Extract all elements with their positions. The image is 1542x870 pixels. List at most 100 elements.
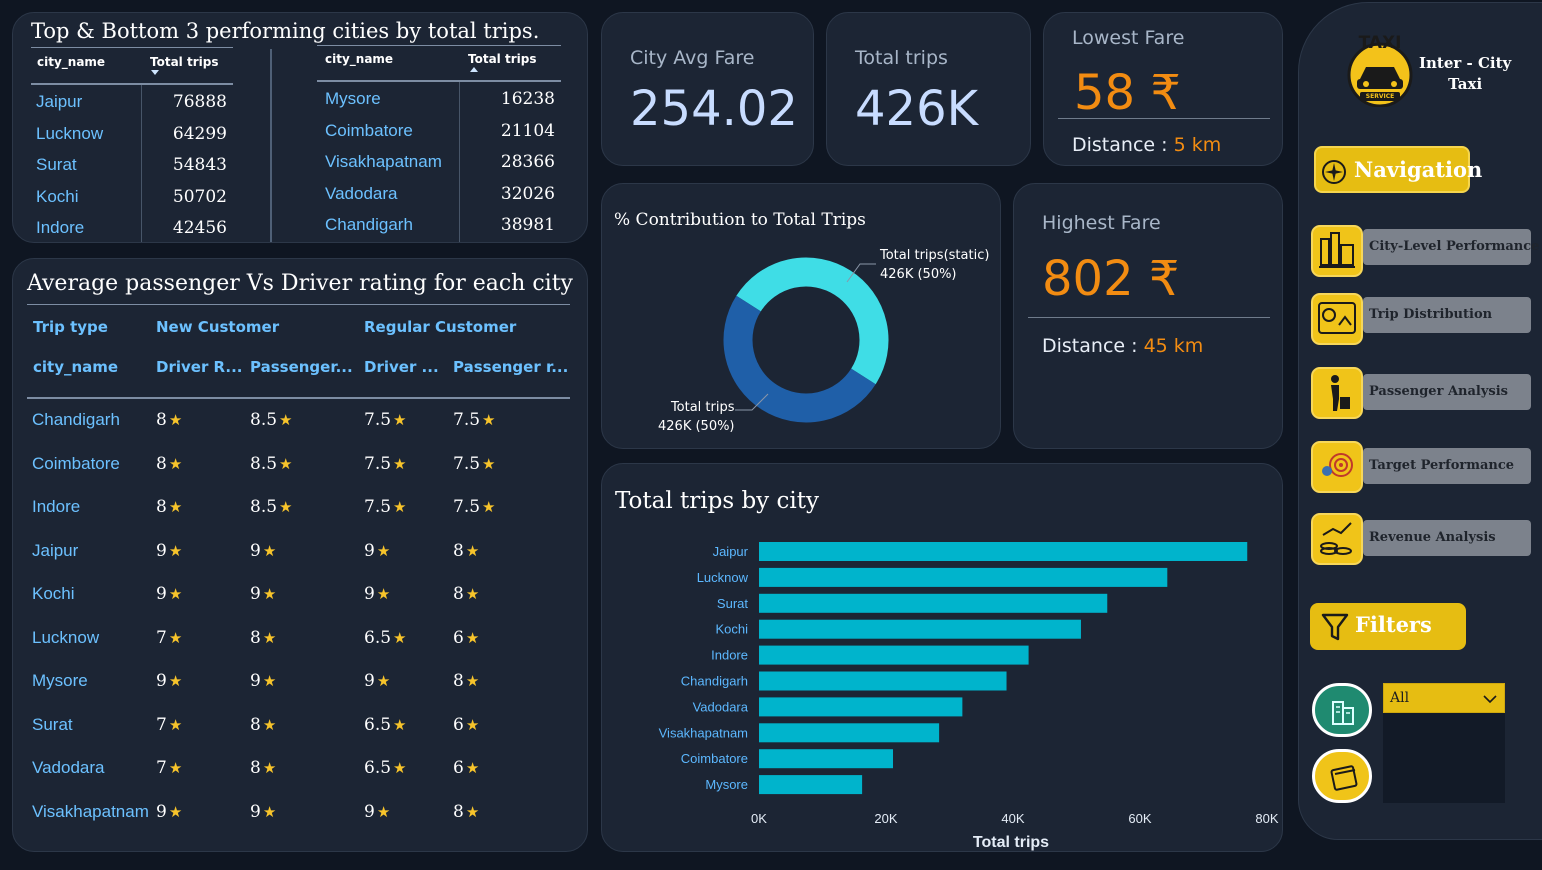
passenger-icon[interactable] bbox=[1311, 367, 1363, 419]
dropdown-selected[interactable]: All bbox=[1383, 683, 1505, 713]
star-icon: ★ bbox=[465, 541, 480, 560]
passenger-rating-regular-header[interactable]: Passenger r... bbox=[453, 358, 568, 376]
bar[interactable] bbox=[759, 671, 1007, 691]
trip-type-header: Trip type bbox=[33, 318, 108, 336]
rating-row[interactable]: Indore 8 ★ 8.5 ★ 7.5 ★ 7.5 ★ bbox=[13, 497, 583, 537]
avg-fare-card: City Avg Fare 254.02 bbox=[601, 12, 814, 166]
bar[interactable] bbox=[759, 697, 963, 717]
star-icon: ★ bbox=[168, 628, 183, 647]
nav-revenue-analysis[interactable]: Revenue Analysis bbox=[1363, 520, 1531, 556]
nav-city-level-performance[interactable]: City-Level Performance bbox=[1363, 229, 1539, 265]
rating-row[interactable]: Lucknow 7 ★ 8 ★ 6.5 ★ 6 ★ bbox=[13, 628, 583, 668]
driver-rating-regular: 6.5 ★ bbox=[364, 758, 407, 778]
city-name: Coimbatore bbox=[32, 453, 120, 473]
lowest-fare-distance: Distance : 5 km bbox=[1072, 134, 1222, 156]
city-name: Chandigarh bbox=[32, 410, 120, 429]
category-label: Coimbatore bbox=[681, 751, 748, 766]
rating-row[interactable]: Surat 7 ★ 8 ★ 6.5 ★ 6 ★ bbox=[13, 715, 583, 755]
passenger-rating-new: 8.5 ★ bbox=[250, 410, 293, 430]
highest-fare-label: Highest Fare bbox=[1042, 212, 1161, 234]
passenger-rating-new: 9 ★ bbox=[250, 671, 277, 691]
star-icon: ★ bbox=[168, 802, 183, 821]
x-tick-label: 40K bbox=[1001, 811, 1024, 826]
star-icon: ★ bbox=[376, 541, 391, 560]
driver-rating-regular-header[interactable]: Driver ... bbox=[364, 358, 439, 376]
star-icon: ★ bbox=[262, 715, 277, 734]
bottom-city-row[interactable]: Vadodara 32026 bbox=[13, 184, 573, 210]
navigation-button[interactable]: Navigation bbox=[1314, 146, 1482, 193]
rating-row[interactable]: Visakhapatnam 9 ★ 9 ★ 9 ★ 8 ★ bbox=[13, 802, 583, 842]
category-label: Vadodara bbox=[693, 699, 749, 714]
trip-count: 21104 bbox=[500, 120, 555, 141]
target-icon[interactable] bbox=[1311, 441, 1363, 493]
driver-rating-new-header[interactable]: Driver R... bbox=[156, 358, 242, 376]
bar[interactable] bbox=[759, 775, 863, 795]
col-city-name[interactable]: city_name bbox=[37, 55, 105, 69]
bar[interactable] bbox=[759, 619, 1081, 639]
rating-row[interactable]: Jaipur 9 ★ 9 ★ 9 ★ 8 ★ bbox=[13, 541, 583, 581]
compass-icon bbox=[1322, 160, 1346, 184]
donut-segment[interactable] bbox=[723, 295, 876, 423]
bar[interactable] bbox=[759, 749, 894, 769]
calendar-icon bbox=[1330, 765, 1358, 791]
trip-count: 32026 bbox=[500, 183, 555, 204]
driver-rating-new: 9 ★ bbox=[156, 540, 183, 561]
top-bottom-title: Top & Bottom 3 performing cities by tota… bbox=[31, 19, 540, 43]
sort-desc-icon bbox=[151, 70, 159, 75]
col-total-trips-bottom[interactable]: Total trips bbox=[468, 52, 536, 66]
bar[interactable] bbox=[759, 723, 940, 743]
bar[interactable] bbox=[759, 645, 1029, 665]
bottom-city-row[interactable]: Visakhapatnam 28366 bbox=[13, 152, 573, 178]
bottom-city-row[interactable]: Chandigarh 38981 bbox=[13, 215, 573, 241]
bottom-city-row[interactable]: Mysore 16238 bbox=[13, 89, 573, 115]
passenger-rating-new-header[interactable]: Passenger... bbox=[250, 358, 353, 376]
building-icon bbox=[1332, 701, 1354, 725]
city-name: Kochi bbox=[32, 584, 75, 603]
rating-row[interactable]: Coimbatore 8 ★ 8.5 ★ 7.5 ★ 7.5 ★ bbox=[13, 454, 583, 494]
passenger-rating-new: 9 ★ bbox=[250, 584, 277, 604]
star-icon: ★ bbox=[262, 628, 277, 647]
col-total-trips[interactable]: Total trips bbox=[150, 55, 218, 69]
star-icon: ★ bbox=[482, 498, 496, 516]
nav-passenger-analysis[interactable]: Passenger Analysis bbox=[1363, 374, 1531, 410]
star-icon: ★ bbox=[262, 802, 277, 821]
star-icon: ★ bbox=[168, 541, 183, 560]
bottom-city-row[interactable]: Coimbatore 21104 bbox=[13, 121, 573, 147]
map-chart-icon[interactable] bbox=[1311, 293, 1363, 345]
revenue-icon[interactable] bbox=[1311, 513, 1363, 565]
x-tick-label: 20K bbox=[874, 811, 897, 826]
date-filter-button[interactable] bbox=[1312, 749, 1372, 803]
star-icon: ★ bbox=[262, 759, 277, 777]
star-icon: ★ bbox=[465, 585, 480, 603]
rating-row[interactable]: Chandigarh 8 ★ 8.5 ★ 7.5 ★ 7.5 ★ bbox=[13, 410, 583, 450]
nav-trip-distribution[interactable]: Trip Distribution bbox=[1363, 297, 1531, 333]
star-icon: ★ bbox=[168, 411, 183, 429]
rating-row[interactable]: Vadodara 7 ★ 8 ★ 6.5 ★ 6 ★ bbox=[13, 758, 583, 798]
category-label: Visakhapatnam bbox=[659, 725, 748, 740]
nav-target-performance[interactable]: Target Performance bbox=[1363, 448, 1531, 484]
city-name: Vadodara bbox=[32, 758, 105, 777]
driver-rating-regular: 7.5 ★ bbox=[364, 410, 407, 430]
top-bottom-cities-card: Top & Bottom 3 performing cities by tota… bbox=[12, 12, 588, 243]
col-city-name-bottom[interactable]: city_name bbox=[325, 52, 393, 66]
city-chart-icon[interactable] bbox=[1311, 225, 1363, 277]
regular-customer-header[interactable]: Regular Customer bbox=[364, 318, 516, 336]
total-trips-label: Total trips bbox=[855, 47, 948, 69]
passenger-rating-regular: 6 ★ bbox=[453, 714, 480, 735]
rating-title: Average passenger Vs Driver rating for e… bbox=[27, 271, 573, 296]
category-label: Chandigarh bbox=[681, 674, 748, 689]
city-name-header[interactable]: city_name bbox=[33, 358, 118, 376]
trip-count: 16238 bbox=[500, 89, 555, 109]
bar[interactable] bbox=[759, 542, 1248, 561]
bar[interactable] bbox=[759, 593, 1108, 613]
bar-chart[interactable]: Jaipur Lucknow Surat Kochi Indore Chandigarh V… bbox=[602, 464, 1284, 853]
filters-button[interactable]: Filters bbox=[1310, 603, 1466, 650]
city-dropdown[interactable]: All bbox=[1383, 683, 1505, 803]
rating-row[interactable]: Mysore 9 ★ 9 ★ 9 ★ 8 ★ bbox=[13, 671, 583, 711]
city-filter-button[interactable] bbox=[1312, 683, 1372, 737]
driver-rating-new: 7 ★ bbox=[156, 758, 183, 778]
new-customer-header[interactable]: New Customer bbox=[156, 318, 279, 336]
bar[interactable] bbox=[759, 567, 1168, 587]
donut-segment[interactable] bbox=[736, 257, 889, 385]
rating-row[interactable]: Kochi 9 ★ 9 ★ 9 ★ 8 ★ bbox=[13, 584, 583, 624]
